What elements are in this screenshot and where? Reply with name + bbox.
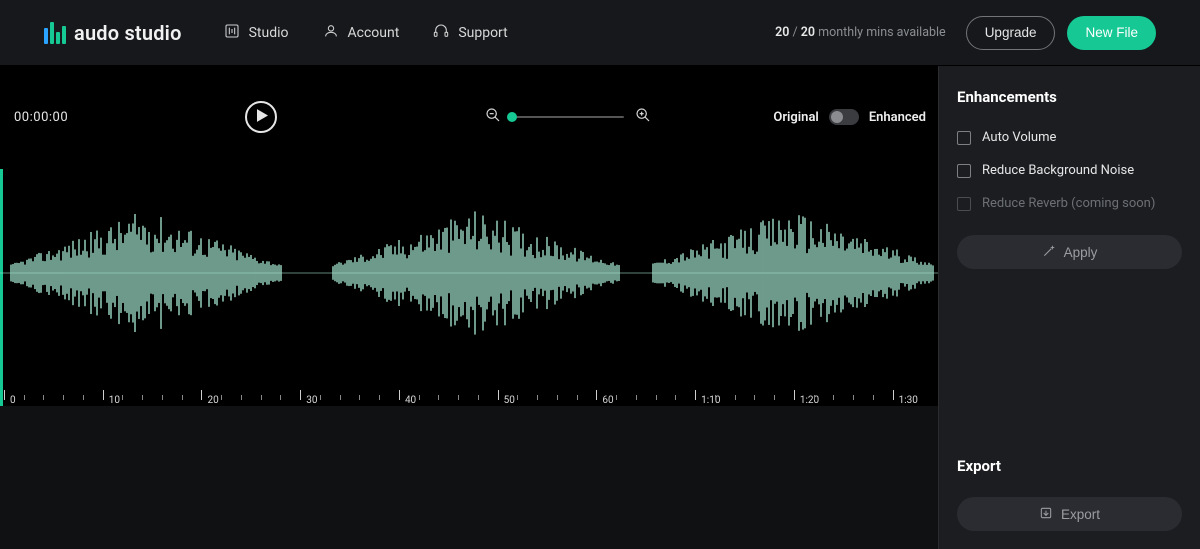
play-icon xyxy=(255,109,268,125)
waveform-area[interactable]: 0 10 20 30 40 50 60 1:10 1:20 1:30 xyxy=(0,168,938,406)
opt-auto-volume[interactable]: Auto Volume xyxy=(957,130,1182,145)
magic-wand-icon xyxy=(1042,244,1056,261)
nav-label: Account xyxy=(348,25,400,41)
logo-text: audo studio xyxy=(74,21,182,45)
enhancements-title: Enhancements xyxy=(957,88,1182,106)
account-icon xyxy=(323,23,339,43)
toggle-knob xyxy=(831,111,843,123)
opt-label: Reduce Background Noise xyxy=(982,163,1134,178)
zoom-thumb[interactable] xyxy=(507,112,517,122)
opt-reduce-noise[interactable]: Reduce Background Noise xyxy=(957,163,1182,178)
studio-icon xyxy=(224,23,240,43)
nav-studio[interactable]: Studio xyxy=(224,23,289,43)
export-title: Export xyxy=(957,457,1182,475)
zoom-out-icon xyxy=(485,107,501,127)
nav-support[interactable]: Support xyxy=(433,23,507,43)
support-icon xyxy=(433,23,449,43)
ruler-label: 30 xyxy=(306,395,317,406)
sidebar: Enhancements Auto Volume Reduce Backgrou… xyxy=(938,66,1200,549)
nav-account[interactable]: Account xyxy=(323,23,400,43)
export-button[interactable]: Export xyxy=(957,497,1182,531)
app-header: audo studio Studio Account Support 20 / … xyxy=(0,0,1200,66)
timecode: 00:00:00 xyxy=(14,110,68,125)
enhancement-options: Auto Volume Reduce Background Noise Redu… xyxy=(957,130,1182,211)
new-file-button[interactable]: New File xyxy=(1067,16,1156,50)
ruler-label: 20 xyxy=(207,395,218,406)
nav-label: Studio xyxy=(249,25,289,41)
zoom-out-button[interactable] xyxy=(484,108,502,126)
waveform-icon xyxy=(0,169,938,391)
zoom-controls xyxy=(484,108,652,126)
ruler-label: 1:30 xyxy=(899,395,918,406)
ruler-label: 10 xyxy=(109,395,120,406)
checkbox-icon xyxy=(957,197,971,211)
original-enhanced-toggle: Original Enhanced xyxy=(773,109,926,125)
play-button[interactable] xyxy=(245,101,277,133)
original-label: Original xyxy=(773,110,818,125)
ruler-label: 1:20 xyxy=(800,395,819,406)
apply-button[interactable]: Apply xyxy=(957,235,1182,269)
nav-label: Support xyxy=(458,25,507,41)
ruler-label: 1:10 xyxy=(701,395,720,406)
export-label: Export xyxy=(1061,507,1100,522)
zoom-in-icon xyxy=(635,107,651,127)
opt-label: Reduce Reverb (coming soon) xyxy=(982,196,1155,211)
main-nav: Studio Account Support xyxy=(224,23,508,43)
apply-label: Apply xyxy=(1064,245,1098,260)
checkbox-icon xyxy=(957,164,971,178)
logo-icon xyxy=(44,22,66,44)
enhanced-label: Enhanced xyxy=(869,110,926,125)
ruler-label: 40 xyxy=(405,395,416,406)
zoom-slider[interactable] xyxy=(512,116,624,118)
ruler-label: 50 xyxy=(504,395,515,406)
compare-toggle[interactable] xyxy=(829,109,859,125)
main-area: 00:00:00 xyxy=(0,66,1200,549)
upgrade-button[interactable]: Upgrade xyxy=(966,16,1056,50)
controls-row: 00:00:00 xyxy=(0,66,938,168)
editor-lower-pane xyxy=(0,406,938,549)
zoom-in-button[interactable] xyxy=(634,108,652,126)
checkbox-icon xyxy=(957,131,971,145)
time-ruler[interactable]: 0 10 20 30 40 50 60 1:10 1:20 1:30 xyxy=(0,388,938,406)
ruler-label: 0 xyxy=(10,395,16,406)
editor-pane: 00:00:00 xyxy=(0,66,938,549)
opt-reduce-reverb: Reduce Reverb (coming soon) xyxy=(957,196,1182,211)
export-icon xyxy=(1039,506,1053,523)
ruler-label: 60 xyxy=(602,395,613,406)
app-logo: audo studio xyxy=(44,21,182,45)
quota-text: 20 / 20 monthly mins available xyxy=(775,25,946,40)
opt-label: Auto Volume xyxy=(982,130,1056,145)
